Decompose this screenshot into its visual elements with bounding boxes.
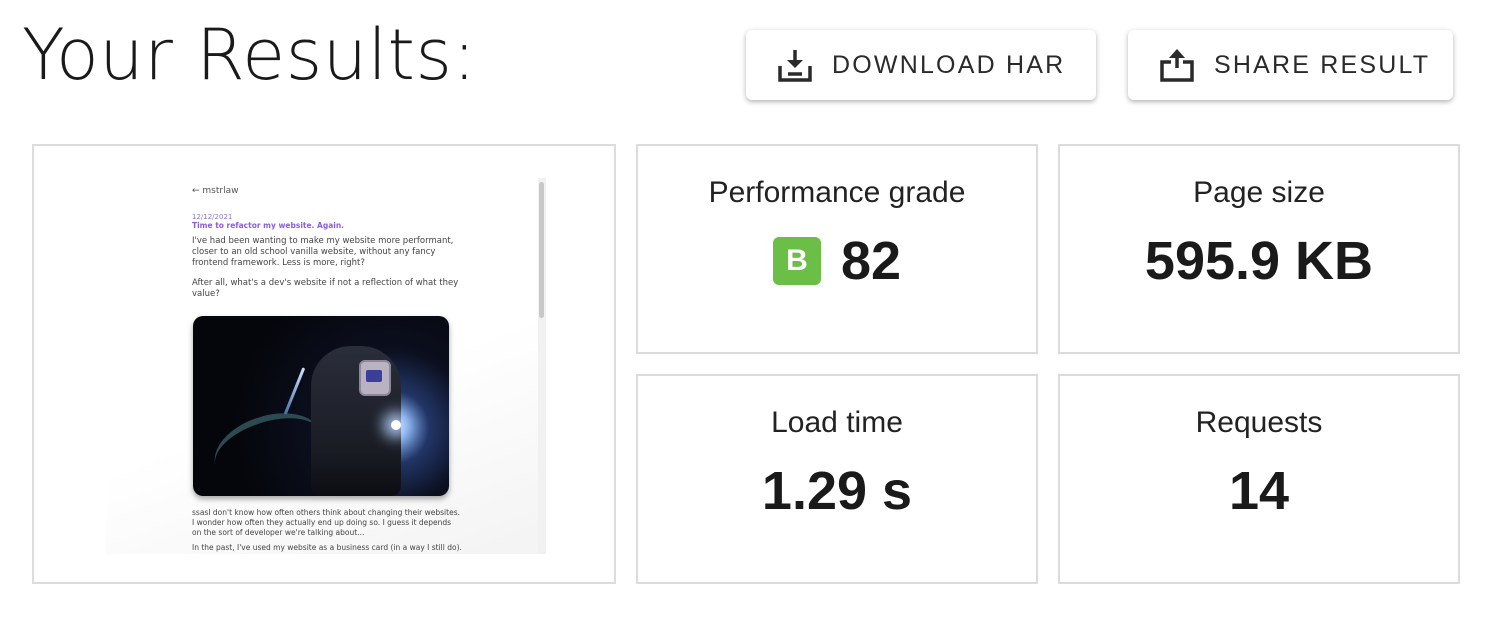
share-icon xyxy=(1160,49,1194,82)
thumbnail-paragraph: ssasI don't know how often others think … xyxy=(192,508,460,537)
download-har-label: DOWNLOAD HAR xyxy=(832,50,1066,79)
page-screenshot-thumbnail: ← mstrlaw 12/12/2021 Time to refactor my… xyxy=(106,178,546,554)
download-icon xyxy=(778,50,812,82)
photo-light-streak xyxy=(283,367,306,415)
performance-grade-row: B 82 xyxy=(638,230,1036,292)
performance-grade-label: Performance grade xyxy=(708,176,966,209)
thumbnail-paragraph: After all, what's a dev's website if not… xyxy=(192,278,459,299)
requests-card: Requests 14 xyxy=(1058,374,1460,584)
share-result-button[interactable]: SHARE RESULT xyxy=(1128,30,1453,100)
grade-badge: B xyxy=(772,237,821,285)
thumbnail-paragraph: In the past, I've used my website as a b… xyxy=(192,543,462,552)
thumbnail-welder-photo xyxy=(193,316,449,496)
page-size-label: Page size xyxy=(1193,176,1325,209)
load-time-value: 1.29 s xyxy=(761,461,913,521)
download-har-button[interactable]: DOWNLOAD HAR xyxy=(746,30,1096,100)
thumbnail-back-link: ← mstrlaw xyxy=(192,186,239,196)
performance-grade-card: Performance grade B 82 xyxy=(636,144,1038,354)
thumbnail-scrollbar xyxy=(538,178,546,554)
share-result-label: SHARE RESULT xyxy=(1214,50,1431,79)
load-time-card: Load time 1.29 s xyxy=(636,374,1038,584)
page-title: Your Results: xyxy=(22,14,477,96)
requests-value: 14 xyxy=(1228,461,1290,521)
page-preview-card: ← mstrlaw 12/12/2021 Time to refactor my… xyxy=(32,144,616,584)
thumbnail-paragraph: I've had been wanting to make my website… xyxy=(192,236,454,268)
load-time-label: Load time xyxy=(771,406,903,439)
page-size-card: Page size 595.9 KB xyxy=(1058,144,1460,354)
thumbnail-heading: Time to refactor my website. Again. xyxy=(192,221,345,230)
photo-welder-mask xyxy=(359,360,391,396)
page-size-value: 595.9 KB xyxy=(1144,231,1374,291)
thumbnail-scrollbar-handle xyxy=(539,182,544,318)
grade-score: 82 xyxy=(840,231,902,291)
requests-label: Requests xyxy=(1195,406,1323,439)
photo-spark xyxy=(391,420,401,430)
